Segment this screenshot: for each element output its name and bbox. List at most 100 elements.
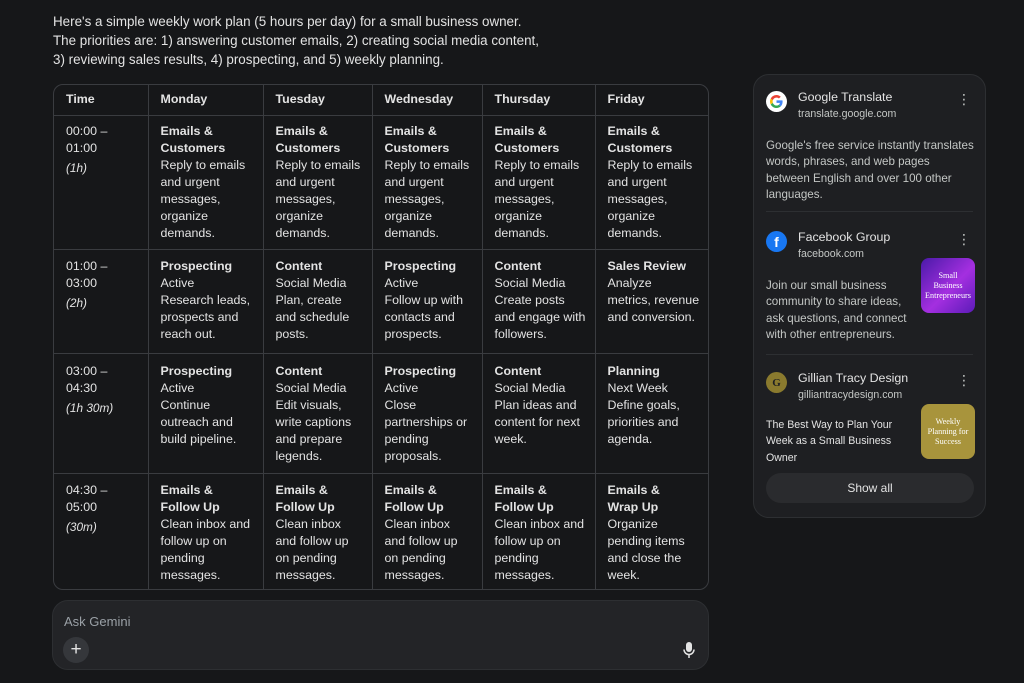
time-range: 01:00 – 03:00	[66, 258, 108, 290]
source-name: Google Translate	[798, 90, 893, 104]
task-cell: Planning Next Week Define goals, prioritie…	[595, 353, 708, 474]
task-title: Emails &	[384, 482, 437, 497]
microphone-icon[interactable]	[682, 641, 696, 659]
task-description: Plan ideas and content for next week.	[494, 397, 580, 446]
task-description: Organize pending items and close the wee…	[607, 516, 685, 582]
source-thumbnail: Small Business Entrepreneurs	[921, 258, 975, 313]
task-cell: Emails & Follow Up Clean inbox and follow …	[263, 473, 373, 589]
task-subtitle: Social Media	[494, 275, 566, 290]
ask-input[interactable]: Ask Gemini	[64, 614, 130, 629]
ask-gemini-box[interactable]: Ask Gemini +	[52, 600, 709, 670]
intro-line-2: The priorities are: 1) answering custome…	[53, 33, 539, 48]
task-cell: Emails & Customers Reply to emails and urg…	[372, 115, 483, 250]
task-description: Create posts and engage with followers.	[494, 292, 586, 341]
task-subtitle: Next Week	[607, 380, 668, 395]
task-title-line2: Follow Up	[160, 499, 220, 514]
header-tuesday: Tuesday	[263, 85, 373, 116]
task-description: Plan, create and schedule posts.	[275, 292, 350, 341]
task-title-line2: Customers	[275, 140, 341, 155]
task-description: metrics, revenue and conversion.	[607, 292, 700, 324]
task-title: Content	[494, 363, 542, 378]
task-description: Clean inbox and follow up on pending mes…	[384, 516, 458, 582]
task-description: Continue outreach and build pipeline.	[160, 397, 237, 446]
header-time: Time	[54, 85, 149, 116]
task-cell: Emails & Customers Reply to emails and urg…	[263, 115, 373, 250]
divider	[766, 354, 973, 355]
task-cell: Emails & Customers Reply to emails and urg…	[148, 115, 264, 250]
task-title: Prospecting	[384, 258, 457, 273]
google-icon	[766, 91, 787, 112]
more-options-icon[interactable]: ⋮	[957, 232, 971, 246]
task-cell: Emails & Follow Up Clean inbox and follow …	[148, 473, 264, 589]
task-cell: Prospecting Active Research leads, prospec…	[148, 249, 264, 354]
g-letter-icon: G	[766, 372, 787, 393]
source-snippet: Join our small business community to sha…	[766, 279, 907, 342]
task-title: Content	[275, 363, 323, 378]
task-title: Emails &	[160, 123, 213, 138]
task-title: Emails &	[607, 482, 660, 497]
source-snippet: Google's free service instantly translat…	[766, 139, 974, 202]
source-card-facebook-group[interactable]: f Facebook Group facebook.com ⋮ Join our…	[766, 230, 975, 344]
time-range: 00:00 – 01:00	[66, 123, 108, 155]
facebook-icon: f	[766, 231, 787, 252]
source-card-gillian-tracy[interactable]: G Gillian Tracy Design gilliantracydesig…	[766, 371, 975, 466]
task-subtitle: Social Media	[275, 275, 347, 290]
duration: (2h)	[66, 295, 87, 310]
source-url: facebook.com	[798, 248, 864, 260]
task-title: Content	[494, 258, 542, 273]
weekly-plan-table: Time Monday Tuesday Wednesday Thursday F…	[53, 84, 709, 590]
task-subtitle: Active	[160, 275, 195, 290]
task-cell: Emails & Customers Reply to emails and urg…	[482, 115, 596, 250]
task-cell: Prospecting Active Follow up with contacts…	[372, 249, 483, 354]
time-cell: 01:00 – 03:00 (2h)	[54, 249, 149, 354]
task-cell: Content Social Media Plan, create and sche…	[263, 249, 373, 354]
response-intro: Here's a simple weekly work plan (5 hour…	[53, 12, 693, 69]
task-description: Define goals, priorities and agenda.	[607, 397, 680, 446]
task-title-line2: Customers	[160, 140, 226, 155]
task-description: Reply to emails and urgent messages, org…	[494, 157, 580, 240]
task-title-line2: Follow Up	[275, 499, 335, 514]
task-description: Clean inbox and follow up on pending mes…	[275, 516, 349, 582]
sources-panel: Google Translate translate.google.com ⋮ …	[753, 74, 986, 518]
task-description: Clean inbox and follow up on pending mes…	[494, 516, 585, 582]
show-all-button[interactable]: Show all	[766, 473, 974, 503]
task-description: Edit visuals, write captions and prepare…	[275, 397, 352, 463]
duration: (30m)	[66, 519, 97, 534]
table-row: 00:00 – 01:00 (1h) Emails & Customers Reply …	[54, 115, 708, 250]
add-button[interactable]: +	[63, 637, 89, 663]
time-cell: 04:30 – 05:00 (30m)	[54, 473, 149, 589]
task-description: Clean inbox and follow up on pending mes…	[160, 516, 251, 582]
task-subtitle: Social Media	[494, 380, 566, 395]
task-title-line2: Follow Up	[494, 499, 554, 514]
task-description: Follow up with contacts and prospects.	[384, 292, 464, 341]
task-title-line2: Customers	[384, 140, 450, 155]
intro-line-1: Here's a simple weekly work plan (5 hour…	[53, 14, 522, 29]
task-title-line2: Wrap Up	[607, 499, 659, 514]
task-cell: Content Social Media Create posts and enga…	[482, 249, 596, 354]
source-card-google-translate[interactable]: Google Translate translate.google.com ⋮ …	[766, 90, 975, 204]
time-range: 04:30 – 05:00	[66, 482, 108, 514]
source-url: gilliantracydesign.com	[798, 389, 903, 401]
task-description: Reply to emails and urgent messages, org…	[384, 157, 470, 240]
header-wednesday: Wednesday	[372, 85, 483, 116]
task-title: Planning	[607, 363, 660, 378]
task-description: Research leads, prospects and reach out.	[160, 292, 251, 341]
divider	[766, 211, 973, 212]
task-title: Emails &	[494, 123, 547, 138]
more-options-icon[interactable]: ⋮	[957, 92, 971, 106]
task-description: Reply to emails and urgent messages, org…	[160, 157, 246, 240]
task-title: Emails &	[607, 123, 660, 138]
intro-line-3: 3) reviewing sales results, 4) prospecti…	[53, 52, 444, 67]
task-title: Prospecting	[384, 363, 457, 378]
task-title: Emails &	[275, 123, 328, 138]
task-cell: Emails & Follow Up Clean inbox and follow …	[372, 473, 483, 589]
task-title: Emails &	[160, 482, 213, 497]
task-subtitle: Active	[160, 380, 195, 395]
more-options-icon[interactable]: ⋮	[957, 373, 971, 387]
duration: (1h)	[66, 160, 87, 175]
task-cell: Emails & Customers Reply to emails and urg…	[595, 115, 708, 250]
task-title-line2: Customers	[607, 140, 673, 155]
task-description: Close partnerships or pending proposals.	[384, 397, 468, 463]
task-cell: Content Social Media Plan ideas and conten…	[482, 353, 596, 474]
task-title: Emails &	[494, 482, 547, 497]
